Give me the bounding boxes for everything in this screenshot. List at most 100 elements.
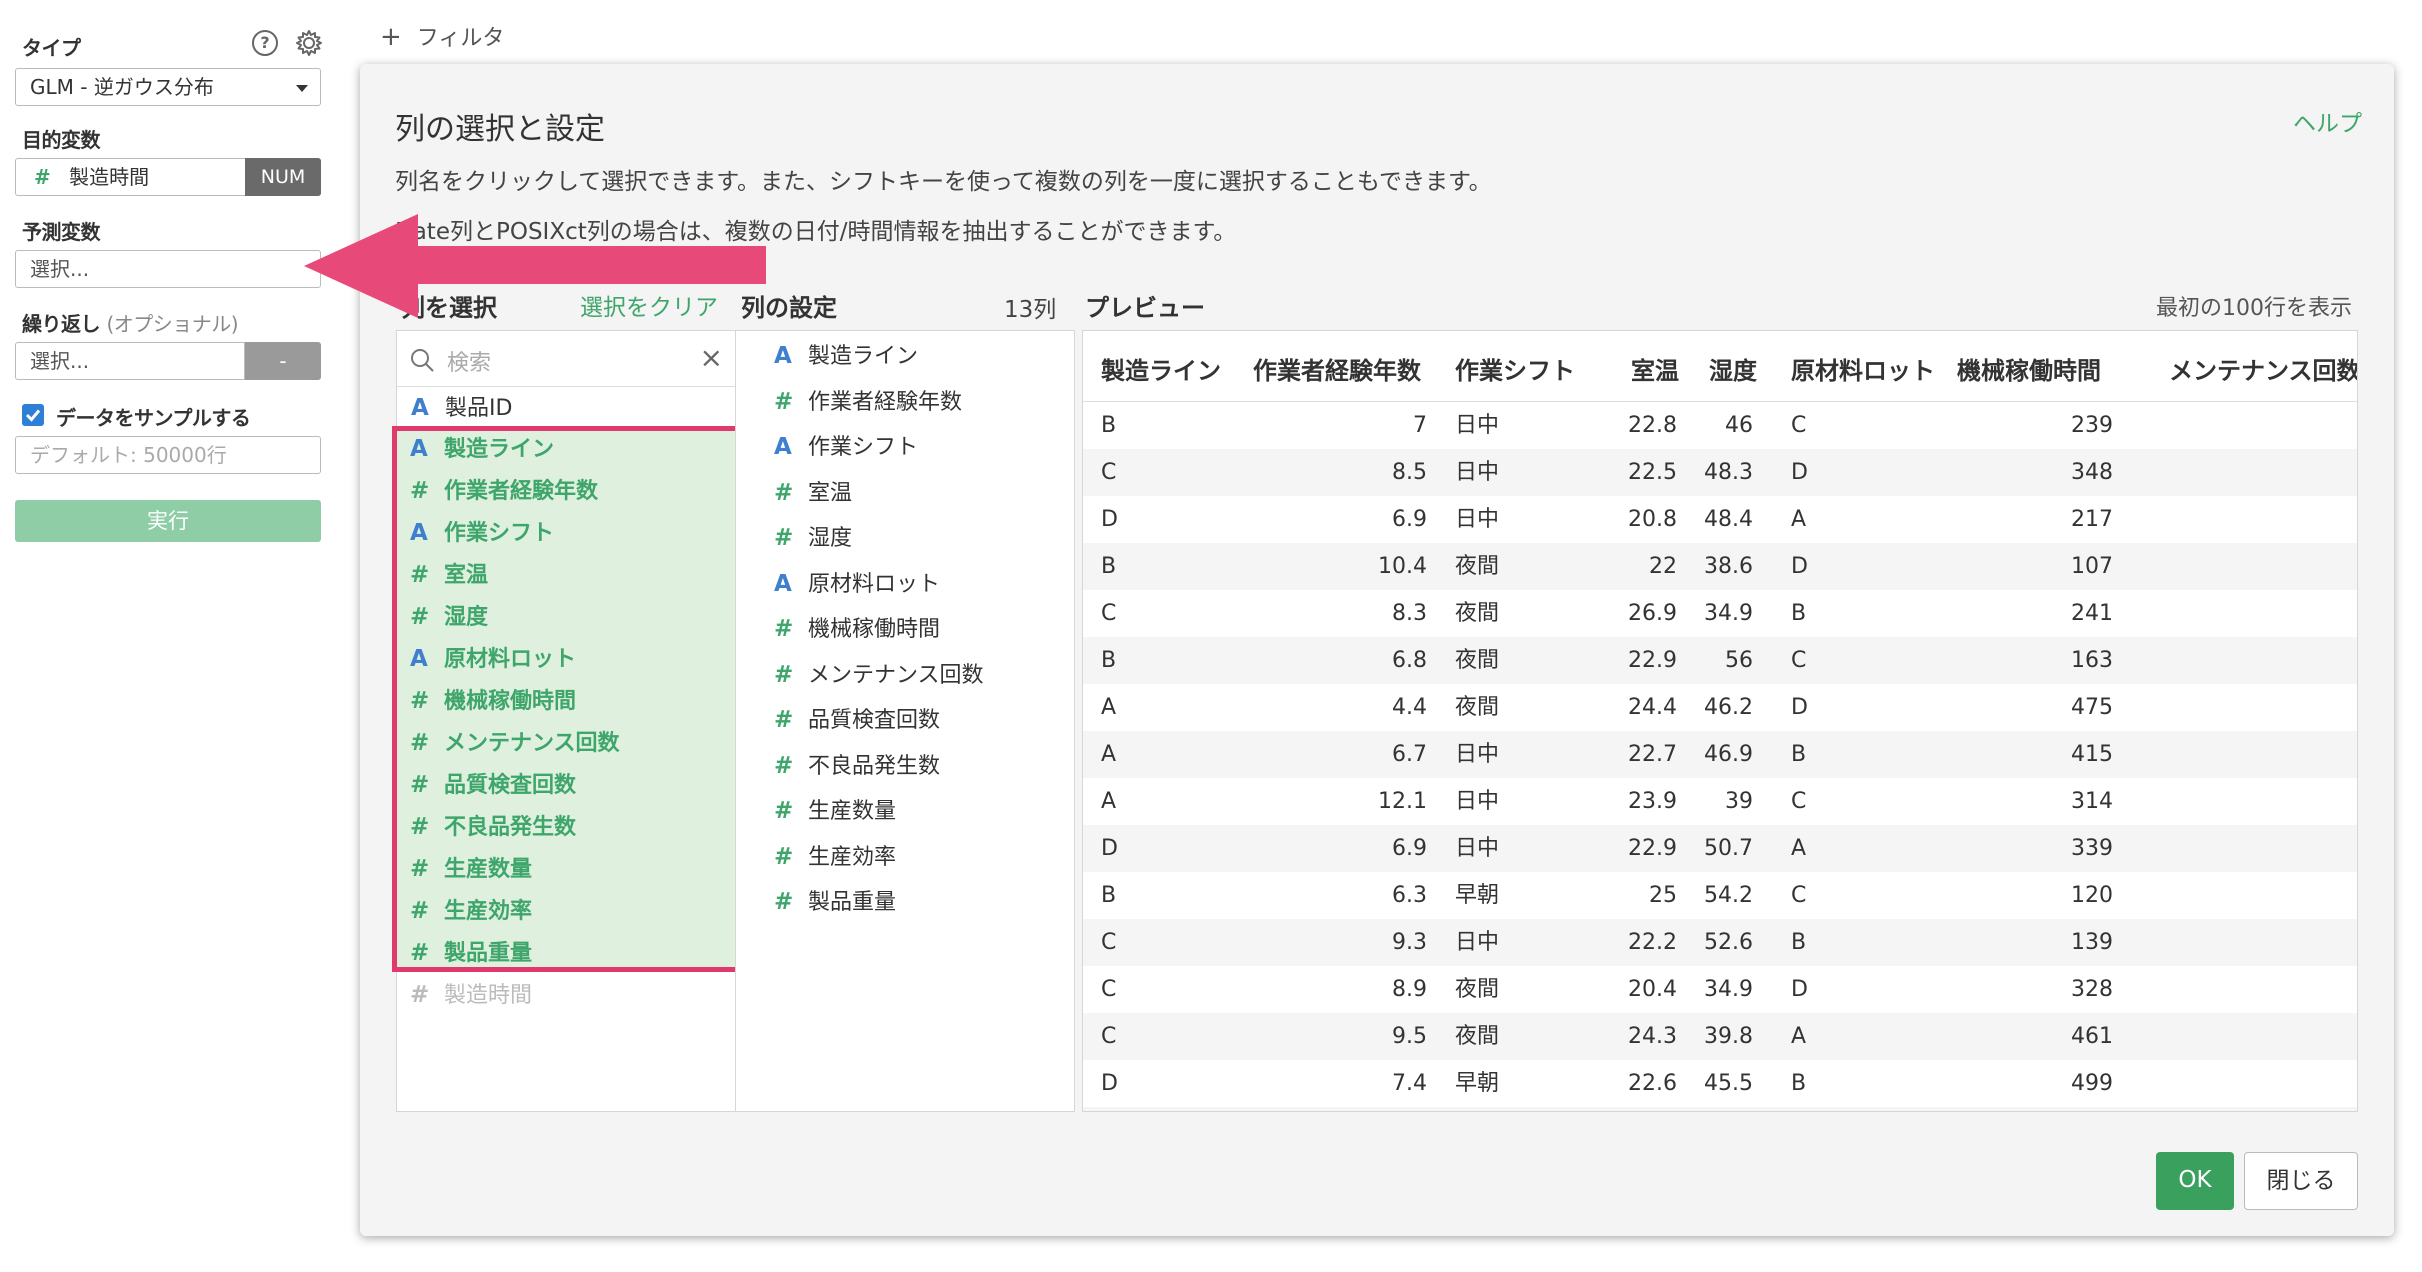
- preview-column-header[interactable]: 湿度: [1709, 351, 1757, 386]
- settings-list-item[interactable]: # 品質検査回数: [736, 699, 1074, 741]
- column-list-item[interactable]: # 湿度: [396, 596, 736, 638]
- column-list-item[interactable]: # 品質検査回数: [396, 764, 736, 806]
- text-column-icon: A: [774, 343, 792, 369]
- column-list-item[interactable]: # 室温: [396, 554, 736, 596]
- preview-column-header[interactable]: 製造ライン: [1101, 351, 1221, 386]
- table-row[interactable]: B 6.3 早朝 25 54.2 C 120 0: [1083, 872, 2357, 919]
- checkmark-icon: [25, 409, 41, 422]
- settings-list-item[interactable]: # 機械稼働時間: [736, 608, 1074, 650]
- column-name: 室温: [444, 563, 489, 588]
- clear-search-icon[interactable]: ×: [700, 341, 723, 374]
- preview-table[interactable]: 製造ライン 作業者経験年数 作業シフト 室温 湿度 原材料ロット 機械稼働時間 メンテナンス回…: [1082, 330, 2358, 1112]
- table-row[interactable]: C 8.9 夜間 20.4 34.9 D 328 2: [1083, 966, 2357, 1013]
- table-cell: 日中: [1455, 930, 1500, 955]
- help-link[interactable]: ヘルプ: [2293, 104, 2362, 138]
- settings-list-item[interactable]: # 不良品発生数: [736, 745, 1074, 787]
- repeat-select[interactable]: 選択...: [15, 342, 245, 380]
- numeric-column-icon: #: [774, 752, 794, 779]
- column-name: 湿度: [444, 605, 489, 630]
- settings-list-item[interactable]: # 室温: [736, 472, 1074, 514]
- column-name: 作業シフト: [444, 521, 555, 546]
- settings-list-item[interactable]: A 作業シフト: [736, 426, 1074, 468]
- table-cell: 163: [2071, 648, 2113, 673]
- column-list-item[interactable]: # 製造時間: [396, 974, 736, 1016]
- column-list-item[interactable]: A 原材料ロット: [396, 638, 736, 680]
- table-row[interactable]: D 6.9 日中 20.8 48.4 A 217 1: [1083, 496, 2357, 543]
- table-row[interactable]: A 6.7 日中 22.7 46.9 B 415 3: [1083, 731, 2357, 778]
- column-list-item[interactable]: # 製品重量: [396, 932, 736, 974]
- table-cell: 52.6: [1704, 930, 1753, 955]
- table-cell: 39: [1725, 789, 1753, 814]
- sample-checkbox[interactable]: [22, 404, 44, 426]
- table-row[interactable]: D 6.9 日中 22.9 50.7 A 339 3: [1083, 825, 2357, 872]
- column-list-item[interactable]: # 機械稼働時間: [396, 680, 736, 722]
- table-row[interactable]: C 8.3 夜間 26.9 34.9 B 241 2: [1083, 590, 2357, 637]
- column-search-box[interactable]: 検索 ×: [397, 331, 735, 387]
- table-row[interactable]: D 10.2 日中 25.2 48.5 A 375: [1083, 1107, 2357, 1111]
- type-label: タイプ: [22, 36, 81, 60]
- type-select[interactable]: GLM - 逆ガウス分布: [15, 68, 321, 106]
- text-column-icon: A: [411, 395, 429, 421]
- table-cell: 早朝: [1455, 1071, 1500, 1096]
- column-list-item[interactable]: A 製品ID: [397, 387, 735, 429]
- table-row[interactable]: A 12.1 日中 23.9 39 C 314 1: [1083, 778, 2357, 825]
- plus-icon: +: [380, 22, 402, 52]
- preview-column-header[interactable]: 作業シフト: [1455, 351, 1575, 386]
- table-row[interactable]: A 4.4 夜間 24.4 46.2 D 475 4: [1083, 684, 2357, 731]
- column-list-item[interactable]: # 作業者経験年数: [396, 470, 736, 512]
- numeric-icon: #: [34, 165, 51, 189]
- column-name: 湿度: [808, 526, 853, 551]
- settings-list-item[interactable]: A 製造ライン: [736, 335, 1074, 377]
- table-row[interactable]: B 7 日中 22.8 46 C 239 3: [1083, 402, 2357, 449]
- column-list-item[interactable]: # 不良品発生数: [396, 806, 736, 848]
- table-row[interactable]: C 9.5 夜間 24.3 39.8 A 461 2: [1083, 1013, 2357, 1060]
- settings-list-item[interactable]: # 製品重量: [736, 881, 1074, 923]
- column-list-item[interactable]: # 生産数量: [396, 848, 736, 890]
- table-cell: C: [1791, 789, 1807, 814]
- column-list-item[interactable]: # 生産効率: [396, 890, 736, 932]
- table-row[interactable]: B 10.4 夜間 22 38.6 D 107 2: [1083, 543, 2357, 590]
- settings-list-item[interactable]: # 生産効率: [736, 836, 1074, 878]
- settings-list-item[interactable]: # 湿度: [736, 517, 1074, 559]
- table-cell: C: [1101, 977, 1117, 1002]
- table-row[interactable]: B 6.8 夜間 22.9 56 C 163 4: [1083, 637, 2357, 684]
- table-cell: 328: [2071, 977, 2113, 1002]
- run-button[interactable]: 実行: [15, 500, 321, 542]
- close-button[interactable]: 閉じる: [2244, 1152, 2358, 1210]
- column-list-item[interactable]: # メンテナンス回数: [396, 722, 736, 764]
- column-list-item[interactable]: A 作業シフト: [396, 512, 736, 554]
- preview-column-header[interactable]: 室温: [1631, 351, 1679, 386]
- column-list-item[interactable]: A 製造ライン: [396, 428, 736, 470]
- numeric-column-icon: #: [410, 856, 430, 882]
- help-icon[interactable]: ?: [252, 30, 278, 56]
- repeat-label: 繰り返し (オプショナル): [22, 308, 239, 337]
- sample-size-input[interactable]: デフォルト: 50000行: [15, 436, 321, 474]
- dialog-title: 列の選択と設定: [395, 112, 605, 147]
- repeat-button[interactable]: -: [245, 342, 321, 380]
- preview-column-header[interactable]: メンテナンス回数: [2169, 351, 2357, 386]
- ok-button[interactable]: OK: [2156, 1152, 2234, 1210]
- table-cell: 375: [1957, 1107, 2113, 1111]
- predictor-select[interactable]: 選択...: [15, 250, 321, 288]
- settings-list-item[interactable]: A 原材料ロット: [736, 563, 1074, 605]
- table-row[interactable]: C 8.5 日中 22.5 48.3 D 348 1: [1083, 449, 2357, 496]
- preview-column-header[interactable]: 機械稼働時間: [1957, 351, 2101, 386]
- table-cell: 22: [1649, 554, 1677, 579]
- table-row[interactable]: C 9.3 日中 22.2 52.6 B 139 6: [1083, 919, 2357, 966]
- table-cell: D: [1101, 1107, 1118, 1111]
- text-column-icon: A: [774, 570, 792, 597]
- table-cell: 7.4: [1392, 1071, 1427, 1096]
- preview-column-header[interactable]: 作業者経験年数: [1253, 351, 1421, 386]
- settings-list-item[interactable]: # メンテナンス回数: [736, 654, 1074, 696]
- settings-list-item[interactable]: # 作業者経験年数: [736, 381, 1074, 423]
- preview-column-header[interactable]: 原材料ロット: [1791, 351, 1935, 386]
- settings-list-item[interactable]: # 生産数量: [736, 790, 1074, 832]
- target-label: 目的変数: [22, 128, 101, 152]
- add-filter-button[interactable]: + フィルタ: [380, 20, 504, 52]
- target-select[interactable]: # 製造時間 NUM: [15, 158, 321, 196]
- table-row[interactable]: D 7.4 早朝 22.6 45.5 B 499 4: [1083, 1060, 2357, 1107]
- table-cell: 45.5: [1704, 1071, 1753, 1096]
- target-type-badge: NUM: [245, 158, 321, 196]
- gear-icon[interactable]: [294, 28, 324, 58]
- column-name: 製品ID: [445, 396, 513, 421]
